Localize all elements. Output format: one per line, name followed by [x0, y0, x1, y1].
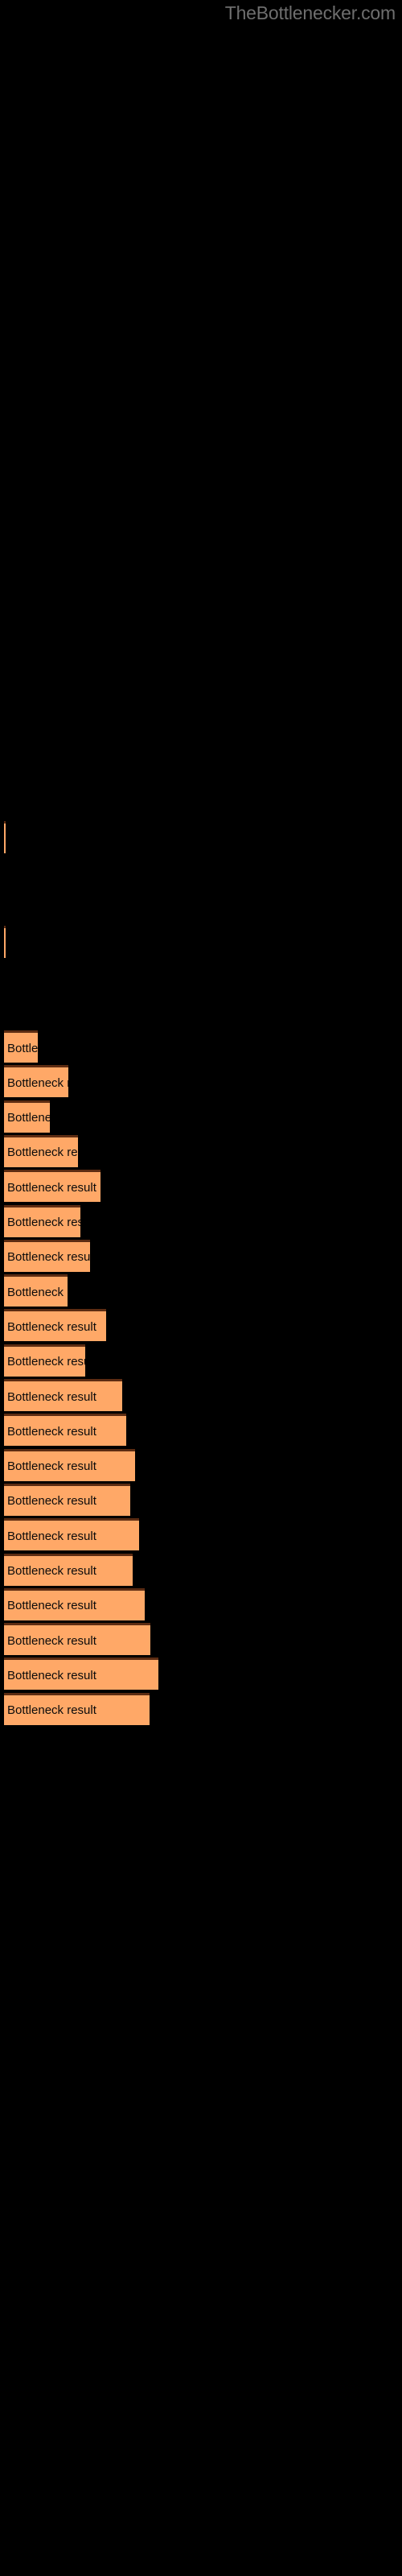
bar-bar-06[interactable]: Bottleneck result — [4, 1134, 78, 1167]
bar-label: Bottleneck result — [7, 1355, 85, 1369]
bar-row: Bottleneck result — [0, 1239, 402, 1274]
bar-bar-13[interactable]: Bottleneck result — [4, 1379, 122, 1411]
bottleneck-bar-chart: TheBottlenecker.com Bottleneck resultBot… — [0, 0, 402, 2576]
bar-label: Bottleneck result — [7, 1564, 96, 1578]
bar-label: Bottleneck result — [7, 1424, 96, 1439]
bar-row: Bottleneck result — [0, 1483, 402, 1518]
bar-label: Bottleneck result — [7, 1389, 96, 1404]
bar-label: Bottleneck result — [7, 1250, 90, 1265]
bar-row: Bottleneck result — [0, 1309, 402, 1344]
bar-bar-11[interactable]: Bottleneck result — [4, 1309, 106, 1342]
bar-bar-01[interactable]: Bottleneck result — [4, 821, 6, 853]
bar-bar-16[interactable]: Bottleneck result — [4, 1483, 130, 1516]
bar-row: Bottleneck result — [0, 1587, 402, 1623]
bar-row: Bottleneck result — [0, 1553, 402, 1588]
bar-bar-07[interactable]: Bottleneck result — [4, 1170, 100, 1203]
bar-bar-08[interactable]: Bottleneck result — [4, 1204, 80, 1237]
bar-row: Bottleneck result — [0, 1379, 402, 1414]
bar-row: Bottleneck result — [0, 1274, 402, 1309]
bar-row: Bottleneck result — [0, 1448, 402, 1484]
bar-row: Bottleneck result — [0, 1518, 402, 1553]
bar-label: Bottleneck result — [7, 1041, 38, 1055]
bar-row: Bottleneck result — [0, 1204, 402, 1240]
bar-row: Bottleneck result — [0, 1134, 402, 1170]
bar-bar-17[interactable]: Bottleneck result — [4, 1518, 139, 1551]
bar-row: Bottleneck result — [0, 1692, 402, 1728]
bar-bar-20[interactable]: Bottleneck result — [4, 1623, 150, 1656]
bar-row: Bottleneck result — [0, 1030, 402, 1065]
bar-bar-12[interactable]: Bottleneck result — [4, 1344, 85, 1377]
bar-label: Bottleneck result — [7, 1180, 96, 1195]
bar-label: Bottleneck result — [7, 1216, 80, 1229]
bar-bar-09[interactable]: Bottleneck result — [4, 1239, 90, 1272]
bar-row: Bottleneck result — [0, 1065, 402, 1100]
bar-label: Bottleneck result — [7, 1494, 96, 1509]
bar-bar-04[interactable]: Bottleneck result — [4, 1065, 68, 1098]
bar-label: Bottleneck result — [7, 1599, 96, 1613]
bar-bar-15[interactable]: Bottleneck result — [4, 1448, 135, 1481]
bar-bar-10[interactable]: Bottleneck result — [4, 1274, 68, 1307]
bar-bar-05[interactable]: Bottleneck result — [4, 1100, 50, 1133]
bar-label: Bottleneck result — [7, 1319, 96, 1334]
plot-area: Bottleneck result Bottleneck result Bottle… — [0, 0, 402, 2576]
bar-row: Bottleneck result — [0, 926, 402, 960]
bar-bar-22[interactable]: Bottleneck result — [4, 1692, 150, 1725]
bar-row: Bottleneck result — [0, 1623, 402, 1657]
bar-row: Bottleneck result — [0, 1100, 402, 1135]
bar-label: Bottleneck result — [7, 1111, 50, 1125]
bar-label: Bottleneck result — [7, 1703, 96, 1718]
bar-bar-03[interactable]: Bottleneck result — [4, 1030, 38, 1063]
bar-bar-02[interactable]: Bottleneck result — [4, 926, 6, 958]
bar-row: Bottleneck result — [0, 1170, 402, 1204]
bar-label: Bottleneck result — [7, 1459, 96, 1474]
bar-label: Bottleneck result — [7, 1668, 96, 1682]
bar-row: Bottleneck result — [0, 1344, 402, 1379]
bar-label: Bottleneck result — [7, 1146, 78, 1160]
bar-label: Bottleneck result — [7, 1529, 96, 1543]
bar-label: Bottleneck result — [7, 1633, 96, 1648]
bar-bar-21[interactable]: Bottleneck result — [4, 1657, 158, 1690]
bar-row: Bottleneck result — [0, 821, 402, 856]
bar-bar-14[interactable]: Bottleneck result — [4, 1414, 126, 1447]
bar-label: Bottleneck result — [7, 1075, 68, 1090]
bar-label: Bottleneck result — [7, 1285, 68, 1299]
bar-bar-18[interactable]: Bottleneck result — [4, 1553, 133, 1586]
bar-row: Bottleneck result — [0, 1657, 402, 1692]
bar-row: Bottleneck result — [0, 1414, 402, 1448]
bar-bar-19[interactable]: Bottleneck result — [4, 1587, 145, 1620]
